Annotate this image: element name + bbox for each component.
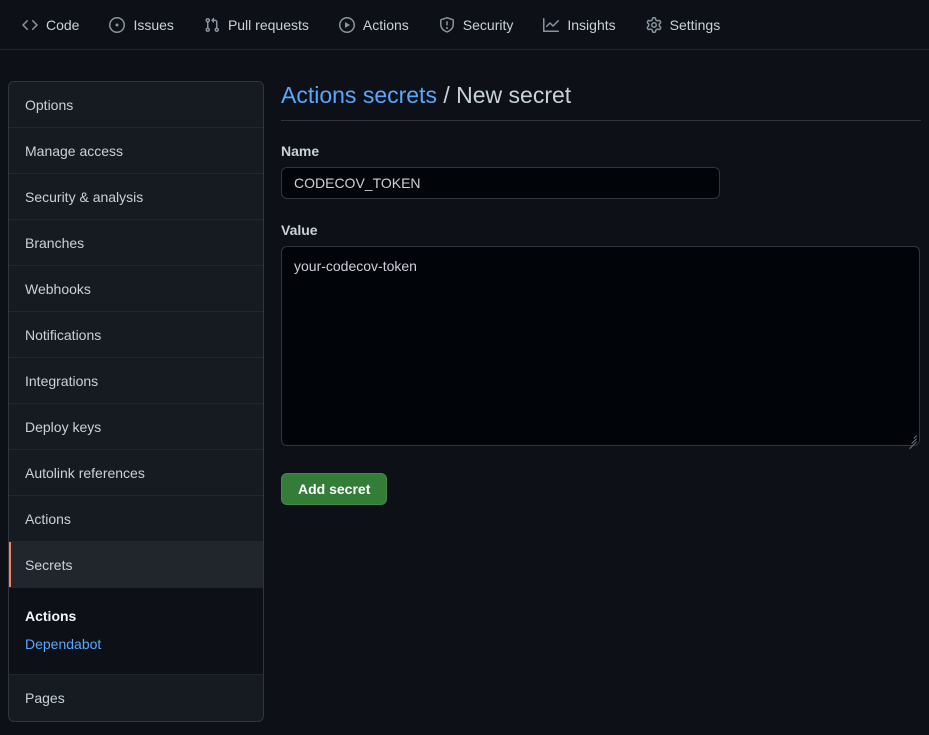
sidebar-item-notifications[interactable]: Notifications <box>9 312 263 358</box>
sidebar-item-label: Pages <box>25 690 65 706</box>
secret-name-input[interactable] <box>281 166 720 199</box>
code-icon <box>22 17 38 33</box>
sidebar-subitem-actions[interactable]: Actions <box>25 602 247 630</box>
nav-label: Code <box>46 16 80 33</box>
nav-label: Pull requests <box>227 16 309 33</box>
sidebar-item-label: Webhooks <box>25 280 91 297</box>
sidebar-item-actions[interactable]: Actions <box>9 496 263 542</box>
nav-label: Security <box>462 16 514 33</box>
sidebar-item-integrations[interactable]: Integrations <box>9 358 263 404</box>
sidebar-item-label: Manage access <box>25 142 124 159</box>
nav-label: Actions <box>362 16 409 33</box>
nav-label: Insights <box>567 16 616 33</box>
secret-value-wrapper <box>281 245 920 449</box>
nav-label: Settings <box>669 16 721 33</box>
sidebar-item-security-analysis[interactable]: Security & analysis <box>9 174 263 220</box>
secret-value-textarea[interactable] <box>281 245 920 446</box>
sidebar-item-webhooks[interactable]: Webhooks <box>9 266 263 312</box>
value-field-label: Value <box>281 221 318 238</box>
sidebar-subitem-dependabot[interactable]: Dependabot <box>25 630 247 658</box>
sidebar-item-manage-access[interactable]: Manage access <box>9 128 263 174</box>
nav-item-actions[interactable]: Actions <box>338 13 409 37</box>
sidebar-item-autolink-references[interactable]: Autolink references <box>9 450 263 496</box>
git-pull-request-icon <box>204 17 220 33</box>
breadcrumb-parent-link[interactable]: Actions secrets <box>281 82 437 108</box>
sidebar-item-label: Branches <box>25 234 85 251</box>
sidebar-item-label: Deploy keys <box>25 418 102 435</box>
main-content: Actions secrets / New secret Name Value … <box>281 81 921 505</box>
breadcrumb-current: New secret <box>456 82 572 108</box>
sidebar-item-options[interactable]: Options <box>9 82 263 128</box>
sidebar-item-label: Secrets <box>25 556 73 573</box>
nav-item-insights[interactable]: Insights <box>543 13 616 37</box>
name-field-label: Name <box>281 142 320 159</box>
nav-item-code[interactable]: Code <box>22 13 79 37</box>
sidebar-item-label: Security & analysis <box>25 188 144 205</box>
nav-item-pull-requests[interactable]: Pull requests <box>204 13 309 37</box>
title-divider <box>281 119 921 121</box>
play-circle-icon <box>338 16 355 33</box>
sidebar-secrets-subgroup: Actions Dependabot <box>9 588 263 675</box>
gear-icon <box>646 16 662 33</box>
sidebar-item-secrets[interactable]: Secrets <box>9 542 263 588</box>
repo-nav: Code Issues Pull requests Actions Securi… <box>0 0 929 50</box>
page-body: Options Manage access Security & analysi… <box>0 50 929 735</box>
breadcrumb-separator: / <box>436 82 457 108</box>
page-title: Actions secrets / New secret <box>281 81 921 120</box>
graph-icon <box>543 17 560 33</box>
nav-item-settings[interactable]: Settings <box>646 13 721 37</box>
sidebar-item-pages[interactable]: Pages <box>9 675 263 721</box>
settings-sidebar: Options Manage access Security & analysi… <box>8 81 264 722</box>
sidebar-item-label: Options <box>25 96 74 113</box>
nav-item-security[interactable]: Security <box>439 13 514 37</box>
sidebar-item-deploy-keys[interactable]: Deploy keys <box>9 404 263 450</box>
nav-label: Issues <box>133 16 174 33</box>
sidebar-item-label: Actions <box>25 510 71 527</box>
nav-item-issues[interactable]: Issues <box>109 13 174 37</box>
sidebar-item-label: Notifications <box>25 326 102 343</box>
shield-icon <box>439 16 455 33</box>
sidebar-item-label: Autolink references <box>25 464 145 481</box>
sidebar-item-label: Integrations <box>25 372 99 389</box>
sidebar-item-branches[interactable]: Branches <box>9 220 263 266</box>
issue-opened-icon <box>109 16 126 33</box>
add-secret-button[interactable]: Add secret <box>281 472 388 505</box>
